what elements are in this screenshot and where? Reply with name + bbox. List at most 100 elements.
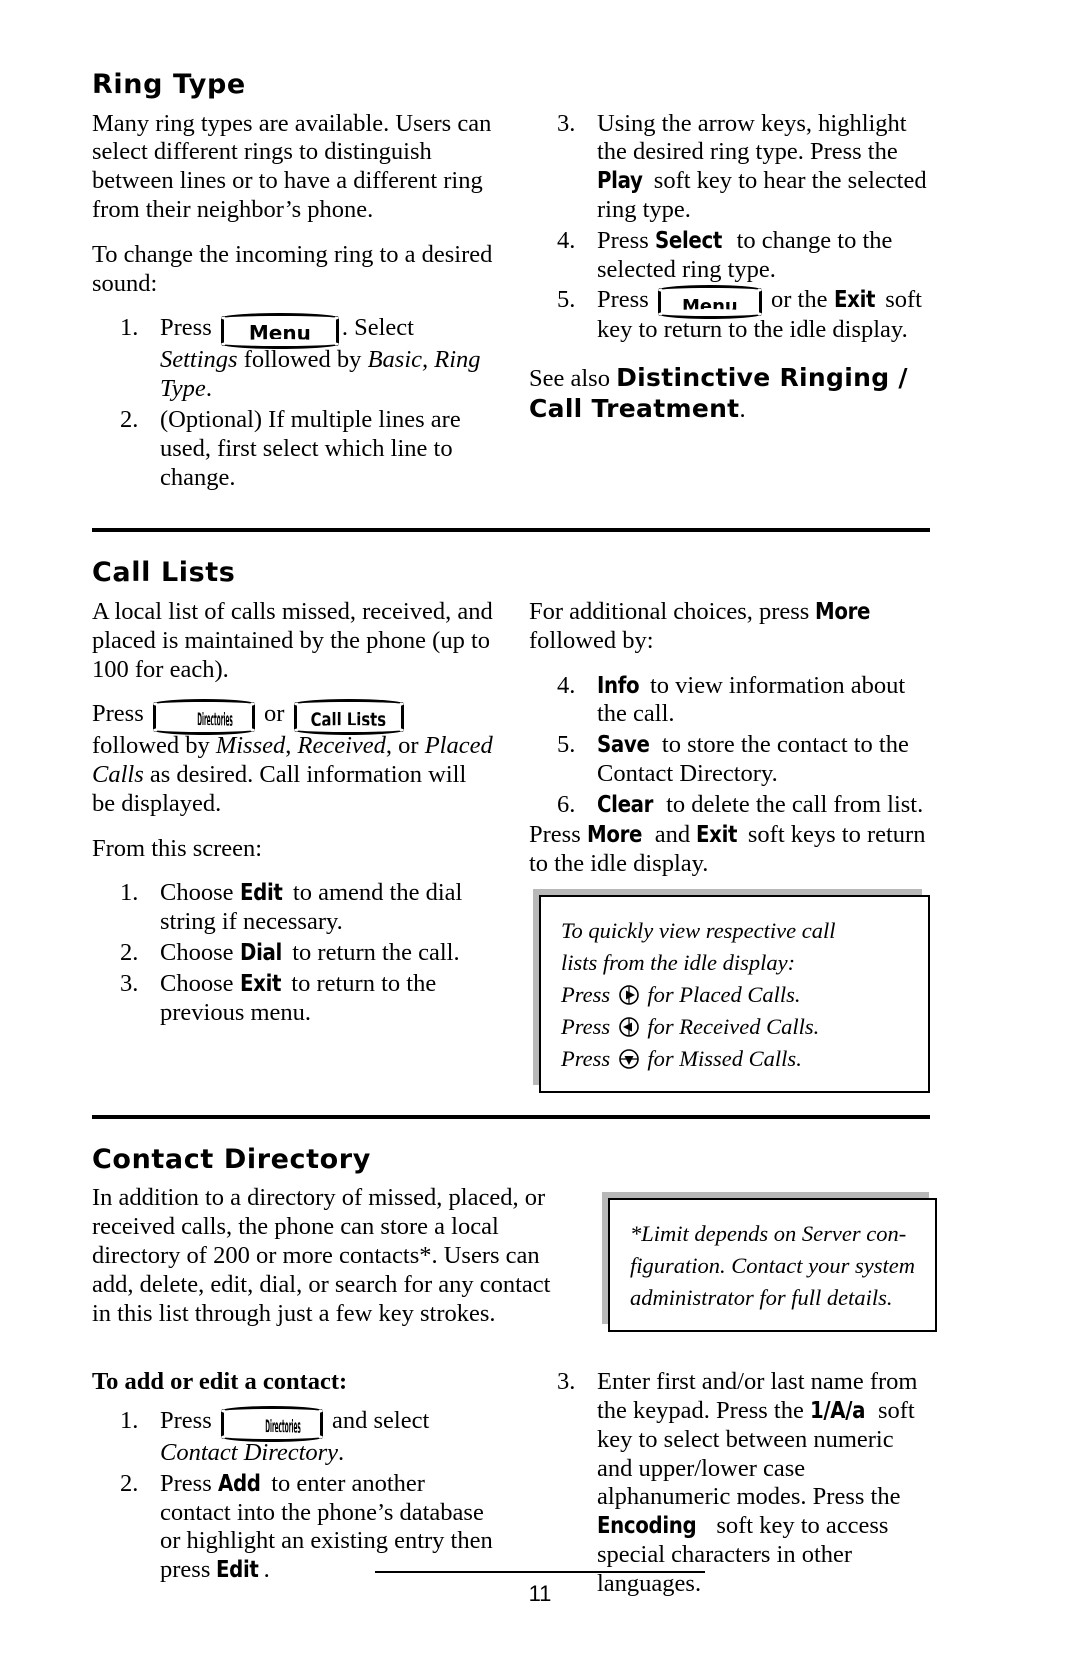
list-item: 3. Choose Exit to return to the previous … (92, 970, 493, 1028)
callout-line-3: administrator for full details. (630, 1285, 893, 1311)
page-content: Ring Type Many ring types are available.… (92, 70, 937, 1613)
step-emphasis-settings: Settings (160, 346, 238, 374)
softkey-label-exit: Exit (696, 822, 738, 849)
step-text-pre: Press (597, 286, 649, 314)
menu-hardkey-label: Menu (248, 321, 311, 346)
separator-1: , (285, 732, 298, 760)
callout-line-1: *Limit depends on Server con- (630, 1221, 907, 1247)
callout-line-3-post: for Placed Calls. (641, 981, 801, 1007)
intro-pre: For additional choices, press (529, 597, 816, 625)
softkey-label-clear: Clear (597, 791, 654, 818)
arrow-left-circle-icon (618, 1016, 640, 1038)
step-text-pre: Press (160, 1407, 212, 1435)
directories-hardkey-icon[interactable]: Directories (152, 699, 255, 736)
softkey-label-add: Add (217, 1470, 261, 1497)
directories-hardkey-label: Directories (265, 1416, 301, 1439)
list-item: 1. Press Directories and select Contact D… (92, 1406, 493, 1468)
list-number: 2. (120, 405, 139, 433)
ring-type-right-column: 3. Using the arrow keys, highlight the de… (529, 110, 930, 507)
step-text-pre: Using the arrow keys, highlight the desi… (597, 109, 907, 166)
step-text-post: to delete the call from list. (659, 790, 924, 818)
softkey-label-more: More (586, 822, 642, 849)
softkey-label-exit: Exit (239, 970, 281, 997)
press-post-a: followed by (92, 732, 216, 760)
callout-line-4-pre: Press (561, 1013, 616, 1039)
contact-directory-steps-right: 3. Enter first and/or last name from the … (529, 1368, 930, 1598)
step-text-post-a: . Select (341, 314, 414, 342)
list-item: 2. (Optional) If multiple lines are used,… (92, 406, 493, 492)
step-text: (Optional) If multiple lines are used, f… (160, 405, 461, 491)
list-item: 4. Press Select to change to the selected… (529, 227, 930, 285)
step-text-post-b: followed by (237, 346, 368, 374)
menu-hardkey-icon[interactable]: Menu (657, 285, 762, 320)
arrow-down-circle-icon (618, 1048, 640, 1070)
call-lists-left-column: A local list of calls missed, received, … (92, 598, 493, 1093)
list-number: 2. (120, 1469, 139, 1497)
list-number: 1. (120, 879, 139, 907)
softkey-label-exit: Exit (833, 287, 875, 314)
call-lists-outro: Press More and Exit soft keys to return … (529, 821, 930, 879)
ring-type-paragraph-1: Many ring types are available. Users can… (92, 109, 492, 224)
press-mid: or (257, 700, 291, 728)
menu-hardkey-icon[interactable]: Menu (220, 313, 339, 350)
arrow-right-circle-icon (618, 984, 640, 1006)
list-number: 6. (557, 790, 576, 818)
page-number: 11 (528, 1581, 552, 1606)
list-item: 3. Using the arrow keys, highlight the de… (529, 110, 930, 225)
step-text-pre: Press (160, 314, 212, 342)
list-item: 4. Info to view information about the cal… (529, 672, 930, 730)
callout-line-3: Press for Placed Calls. (561, 979, 908, 1011)
call-lists-paragraph-1: A local list of calls missed, received, … (92, 597, 493, 683)
list-number: 4. (557, 671, 576, 699)
callout-line-3-pre: Press (561, 981, 616, 1007)
press-prefix: Press (92, 700, 144, 728)
softkey-label-1aa: 1/A/a (809, 1398, 866, 1425)
step-text-pre: Press (160, 1469, 218, 1497)
call-lists-hardkey-label: Call Lists (310, 709, 387, 732)
list-number: 3. (557, 109, 576, 137)
call-lists-hardkey-icon[interactable]: Call Lists (293, 699, 404, 736)
press-post-b: as desired. Call information will be dis… (92, 761, 467, 817)
callout-line-2: figuration. Contact your system (630, 1253, 915, 1279)
callout-line-4-post: for Received Calls. (641, 1013, 820, 1039)
page-footer: 11 (0, 1571, 1080, 1607)
section-body-ring-type: Many ring types are available. Users can… (92, 110, 930, 507)
outro-mid: and (648, 821, 697, 849)
callout-line-1: To quickly view respective call (561, 918, 836, 943)
section-divider-2 (92, 1114, 930, 1119)
list-number: 1. (120, 314, 139, 342)
step-text-pre: Press (597, 226, 655, 254)
document-page: Ring Type Many ring types are available.… (0, 0, 1080, 1669)
list-item: 1. Press Menu . Select Settings followed b… (92, 313, 493, 404)
ring-type-left-column: Many ring types are available. Users can… (92, 110, 493, 507)
list-item: 3. Enter first and/or last name from the … (529, 1368, 930, 1598)
step-text-post-b: . (338, 1439, 345, 1467)
list-item: 5. Press Menu or the Exit soft key to ret… (529, 285, 930, 345)
contact-directory-subheading: To add or edit a contact: (92, 1368, 348, 1396)
section-divider-1 (92, 528, 930, 533)
contact-directory-limit-callout: *Limit depends on Server con- figuration… (608, 1198, 937, 1333)
contact-directory-note-wrap: *Limit depends on Server con- figuration… (598, 1184, 937, 1344)
step-text-post-c: . (205, 375, 212, 403)
step-text-pre: Choose (160, 879, 240, 907)
list-number: 3. (557, 1368, 576, 1396)
contact-directory-intro-text: In addition to a directory of missed, pl… (92, 1184, 562, 1344)
step-text-pre: Enter first and/or last name from the ke… (597, 1368, 918, 1425)
section-title-call-lists: Call Lists (92, 557, 236, 589)
list-number: 1. (120, 1407, 139, 1435)
callout-line-5-pre: Press (561, 1045, 616, 1071)
list-number: 2. (120, 939, 139, 966)
list-number: 5. (557, 286, 576, 314)
see-also-suffix: . (739, 395, 746, 423)
outro-pre: Press (529, 821, 587, 849)
softkey-label-dial: Dial (239, 940, 282, 966)
callout-line-5-post: for Missed Calls. (641, 1045, 802, 1071)
list-number: 3. (120, 969, 139, 997)
contact-directory-intro-row: In addition to a directory of missed, pl… (92, 1184, 937, 1344)
call-lists-tip-callout: To quickly view respective call lists fr… (539, 895, 930, 1093)
call-lists-paragraph-3: From this screen: (92, 834, 263, 862)
softkey-label-select: Select (654, 227, 722, 254)
directories-hardkey-icon[interactable]: Directories (220, 1406, 323, 1443)
list-item: 2. Press Add to enter another contact int… (92, 1470, 493, 1585)
softkey-label-play: Play (597, 168, 643, 195)
